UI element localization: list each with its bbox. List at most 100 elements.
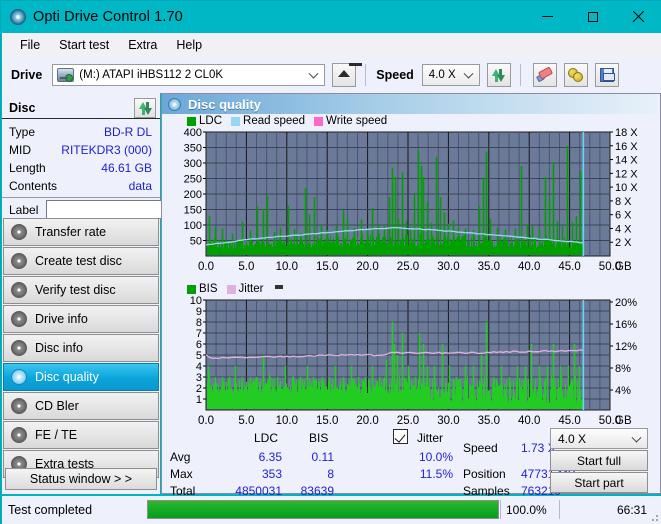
col-header-bis: BIS [309, 431, 329, 445]
minimize-button[interactable] [525, 1, 570, 32]
sidebar-item-fe-te[interactable]: FE / TE [3, 421, 159, 449]
col-header-ldc: LDC [254, 431, 279, 445]
disc-value: 46.61 GB [101, 161, 152, 175]
position-label: Position [463, 467, 506, 481]
refresh-button[interactable] [486, 63, 511, 87]
progress-percent: 100.0% [500, 500, 558, 519]
settings-button[interactable] [563, 63, 588, 87]
status-window-button[interactable]: Status window > > [5, 468, 157, 490]
disc-value: RITEKDR3 (000) [61, 143, 152, 157]
svg-text:18 X: 18 X [615, 128, 638, 139]
save-button[interactable] [594, 63, 619, 87]
svg-text:4 X: 4 X [615, 223, 632, 235]
app-window: Opti Drive Control 1.70 File Start test … [0, 0, 661, 524]
maximize-icon [587, 11, 598, 22]
sidebar-item-label: Drive info [35, 312, 88, 326]
sidebar-item-disc-info[interactable]: Disc info [3, 334, 159, 362]
sidebar-item-cd-bler[interactable]: CD Bler [3, 392, 159, 420]
chevron-down-icon [308, 68, 319, 79]
legend-swatch-write-speed [314, 116, 324, 126]
svg-text:1: 1 [196, 394, 202, 406]
disc-icon [11, 224, 27, 240]
bis-chart-canvas: 1098765432120%16%12%8%4%0.0 5.0 10.0 15.0 20… [190, 296, 637, 427]
content-panel: Disc quality LDC Read speed Write speed … [161, 93, 661, 498]
test-speed-select[interactable]: 4.0 X [550, 428, 648, 449]
start-full-button[interactable]: Start full [550, 450, 648, 471]
svg-text:8 X: 8 X [615, 196, 632, 208]
drive-select[interactable]: (M:) ATAPI iHBS112 2 CL0K [52, 64, 326, 86]
svg-text:20.0: 20.0 [356, 261, 378, 273]
disc-row-contents: Contents data [2, 177, 160, 195]
start-part-button[interactable]: Start part [550, 472, 648, 493]
toolbar-separator-1 [365, 64, 367, 86]
menu-item-start-test[interactable]: Start test [50, 36, 118, 54]
sidebar-item-disc-quality[interactable]: Disc quality [3, 363, 159, 391]
disc-value: data [128, 179, 152, 193]
eject-icon [338, 62, 363, 77]
app-icon [10, 9, 26, 25]
sidebar-item-verify-test-disc[interactable]: Verify test disc [3, 276, 159, 304]
elapsed-time: 66:31 [559, 500, 659, 519]
sidebar-item-label: Verify test disc [35, 283, 116, 297]
gears-icon [567, 68, 584, 82]
page-title: Disc quality [188, 96, 261, 112]
legend-label-jitter: Jitter [238, 283, 264, 295]
svg-text:10.0: 10.0 [276, 261, 298, 273]
speed-select[interactable]: 4.0 X [421, 64, 480, 86]
value-avg-bis: 0.11 [311, 450, 334, 464]
refresh-icon [138, 101, 153, 116]
erase-button[interactable] [532, 63, 557, 87]
chevron-down-icon [463, 68, 474, 79]
svg-text:2 X: 2 X [615, 237, 632, 249]
svg-text:400: 400 [184, 128, 202, 139]
svg-text:14 X: 14 X [615, 155, 638, 167]
svg-text:50: 50 [190, 236, 202, 248]
maximize-button[interactable] [570, 1, 615, 32]
jitter-checkbox[interactable] [393, 429, 408, 444]
eject-button[interactable] [332, 62, 363, 87]
legend-marker-icon [275, 284, 284, 289]
speed-label: Speed [376, 68, 414, 82]
row-label-avg: Avg [170, 450, 191, 464]
menu-item-help[interactable]: Help [167, 36, 211, 54]
sidebar-item-label: Disc info [35, 341, 83, 355]
title-bar: Opti Drive Control 1.70 [1, 1, 661, 33]
legend-swatch-jitter [226, 284, 236, 294]
save-icon [599, 68, 615, 82]
disc-refresh-button[interactable] [134, 98, 156, 118]
disc-row-mid: MID RITEKDR3 (000) [2, 141, 160, 159]
test-speed-select-value: 4.0 X [558, 431, 587, 446]
sidebar-item-drive-info[interactable]: Drive info [3, 305, 159, 333]
value-max-ldc: 353 [261, 467, 282, 481]
menu-item-file[interactable]: File [11, 36, 49, 54]
svg-text:5.0: 5.0 [238, 261, 254, 273]
menu-item-extra[interactable]: Extra [119, 36, 166, 54]
disc-icon [11, 427, 27, 443]
resize-grip[interactable] [649, 512, 659, 522]
value-max-bis: 8 [327, 467, 334, 481]
refresh-icon [491, 68, 506, 83]
disc-panel-title: Disc [9, 100, 36, 115]
svg-text:200: 200 [184, 189, 202, 201]
legend-swatch-bis [187, 284, 196, 294]
svg-text:25.0: 25.0 [397, 261, 419, 273]
svg-text:GB: GB [615, 261, 632, 273]
legend-swatch-ldc [187, 116, 196, 126]
svg-text:35.0: 35.0 [478, 261, 500, 273]
minimize-icon [542, 16, 553, 17]
label-key: Label [9, 202, 39, 217]
disc-icon [11, 340, 27, 356]
disc-icon [11, 398, 27, 414]
sidebar-item-transfer-rate[interactable]: Transfer rate [3, 218, 159, 246]
drive-label: Drive [11, 68, 43, 82]
svg-text:150: 150 [184, 205, 202, 217]
legend-label-write-speed: Write speed [326, 115, 388, 127]
legend-swatch-read-speed [231, 116, 241, 126]
disc-value: BD-R DL [103, 125, 152, 139]
legend-label-bis: BIS [199, 283, 218, 295]
sidebar-item-label: Transfer rate [35, 225, 107, 239]
left-panel: Disc Type BD-R DL MID RITEKDR3 (000) Len… [2, 93, 250, 494]
close-button[interactable] [615, 1, 660, 32]
sidebar-item-create-test-disc[interactable]: Create test disc [3, 247, 159, 275]
svg-text:16%: 16% [615, 319, 637, 331]
